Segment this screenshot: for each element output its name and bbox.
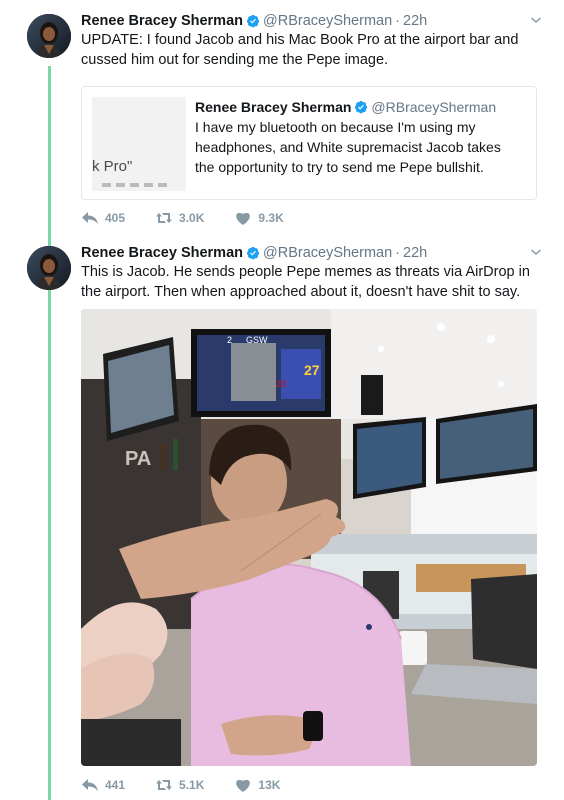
tweet-actions: 405 3.0K 9.3K [81, 210, 314, 226]
quoted-tweet[interactable]: k Pro" Renee Bracey Sherman @RBraceySher… [81, 86, 537, 200]
quoted-media-text: k Pro" [92, 158, 133, 175]
like-count: 9.3K [258, 211, 284, 225]
airport-bar-photo: 2 GSW 27 23 PA [81, 309, 537, 766]
tv-team-text: GSW [246, 335, 268, 345]
verified-badge-icon [246, 246, 260, 260]
tweet-update[interactable]: Renee Bracey Sherman @RBraceySherman · 2… [0, 0, 564, 236]
reply-button[interactable]: 441 [81, 777, 125, 793]
chevron-down-icon[interactable] [530, 14, 542, 26]
reply-button[interactable]: 405 [81, 210, 125, 226]
retweet-icon [156, 213, 173, 223]
quoted-tweet-media[interactable]: k Pro" [92, 97, 186, 191]
tv-score-text: 2 [227, 335, 232, 345]
tweet-photo[interactable]: Renee Bracey Sherman @RBraceySherman · 2… [0, 236, 564, 800]
quoted-tweet-text: I have my bluetooth on because I'm using… [195, 119, 501, 175]
quoted-author-handle: @RBraceySherman [371, 99, 497, 115]
jersey-number-2-text: 23 [276, 379, 286, 389]
quoted-tweet-header: Renee Bracey Sherman @RBraceySherman [195, 99, 496, 115]
retweet-icon [156, 780, 173, 790]
like-button[interactable]: 9.3K [234, 210, 284, 226]
tweet-photo-media[interactable]: 2 GSW 27 23 PA [81, 309, 537, 766]
reply-count: 405 [105, 211, 126, 225]
heart-icon [236, 212, 251, 225]
jersey-number-text: 27 [304, 362, 320, 378]
author-handle[interactable]: @RBraceySherman [263, 13, 392, 29]
retweet-count: 5.1K [179, 778, 205, 792]
tweet-header: Renee Bracey Sherman @RBraceySherman · 2… [81, 244, 542, 262]
heart-icon [236, 779, 251, 792]
like-count: 13K [258, 778, 281, 792]
tweet-text: This is Jacob. He sends people Pepe meme… [81, 264, 530, 300]
verified-badge-icon [246, 14, 260, 28]
author-name[interactable]: Renee Bracey Sherman [81, 245, 243, 261]
reply-icon [82, 212, 98, 224]
tweet-text: UPDATE: I found Jacob and his Mac Book P… [81, 32, 519, 68]
verified-badge-icon [355, 100, 368, 114]
like-button[interactable]: 13K [234, 777, 280, 793]
avatar[interactable] [27, 246, 71, 290]
author-handle[interactable]: @RBraceySherman [263, 245, 392, 261]
quoted-media-strip [102, 183, 172, 187]
tweet-actions: 441 5.1K 13K [81, 777, 310, 793]
retweet-button[interactable]: 5.1K [155, 777, 204, 793]
retweet-button[interactable]: 3.0K [155, 210, 204, 226]
author-name[interactable]: Renee Bracey Sherman [81, 13, 243, 29]
chevron-down-icon[interactable] [530, 246, 542, 258]
tweet-header: Renee Bracey Sherman @RBraceySherman · 2… [81, 12, 542, 30]
reply-icon [82, 779, 98, 791]
quoted-author-name: Renee Bracey Sherman [195, 99, 352, 115]
sign-text: PA [125, 448, 151, 470]
separator-dot: · [395, 245, 400, 261]
timestamp[interactable]: 22h [403, 13, 427, 29]
reply-count: 441 [105, 778, 126, 792]
retweet-count: 3.0K [179, 211, 205, 225]
avatar[interactable] [27, 14, 71, 58]
timestamp[interactable]: 22h [403, 245, 427, 261]
separator-dot: · [395, 13, 400, 29]
